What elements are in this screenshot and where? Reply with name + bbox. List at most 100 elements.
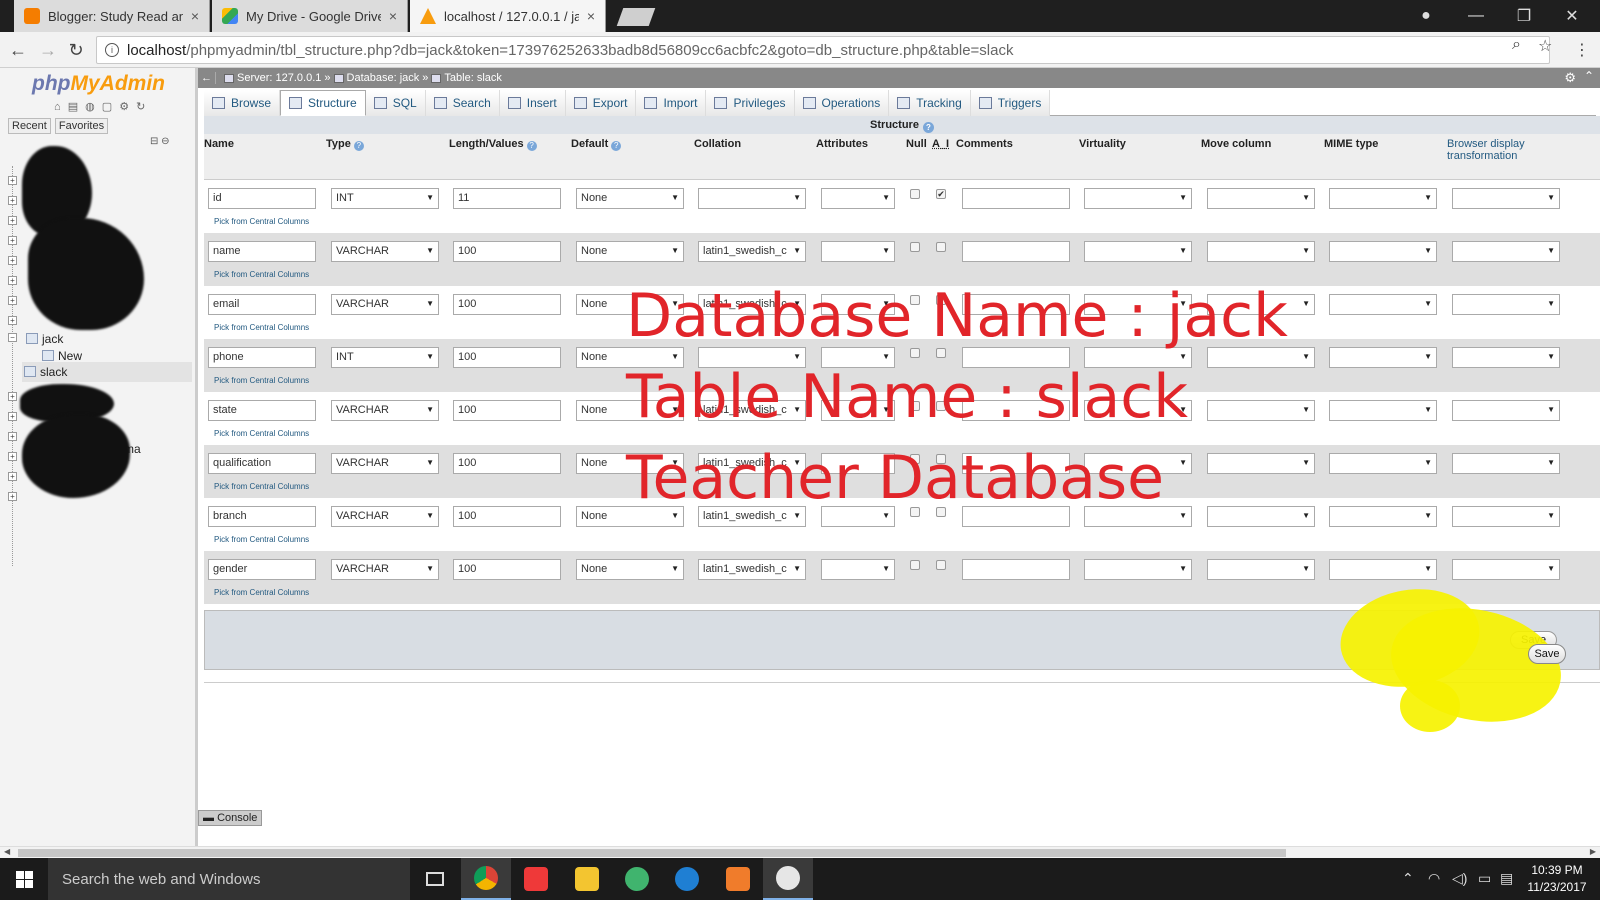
help-icon[interactable]: ? [611,141,622,151]
comments-input[interactable] [962,241,1070,262]
length-values-input[interactable]: 100 [453,294,561,315]
comments-input[interactable] [962,559,1070,580]
tree-expand-icon[interactable]: + [8,276,17,285]
zoom-icon[interactable]: ⌕ [1512,36,1521,54]
close-icon[interactable]: × [389,8,397,24]
collation-select[interactable]: latin1_swedish_c [698,241,806,262]
browser-menu-icon[interactable]: ⋮ [1574,40,1590,60]
type-select[interactable]: VARCHAR [331,506,439,527]
tab-import[interactable]: Import [636,90,707,116]
tree-expand-icon[interactable]: + [8,492,17,501]
virtuality-select[interactable] [1084,559,1192,580]
browser-display-select[interactable] [1452,241,1560,262]
browser-display-select[interactable] [1452,188,1560,209]
length-values-input[interactable]: 11 [453,188,561,209]
forward-icon[interactable]: → [36,38,60,62]
new-tab-button[interactable] [616,8,656,26]
tab-structure[interactable]: Structure [280,90,366,116]
tree-expand-icon[interactable]: + [8,216,17,225]
close-icon[interactable]: × [191,8,199,24]
column-name-input[interactable]: gender [208,559,316,580]
type-select[interactable]: VARCHAR [331,453,439,474]
tray-chevron-icon[interactable]: ⌃ [1402,870,1414,887]
length-values-input[interactable]: 100 [453,347,561,368]
default-select[interactable]: None [576,188,684,209]
tree-expand-icon[interactable]: + [8,472,17,481]
comments-input[interactable] [962,188,1070,209]
attributes-select[interactable] [821,241,895,262]
tab-sql[interactable]: SQL [365,90,426,116]
taskbar-edge[interactable] [662,858,712,900]
mime-type-select[interactable] [1329,347,1437,368]
tree-collapse-icon[interactable]: − [8,333,17,342]
tab-tracking[interactable]: Tracking [889,90,971,116]
browser-display-select[interactable] [1452,400,1560,421]
tree-table-slack[interactable]: slack [22,362,192,382]
null-checkbox[interactable] [910,560,920,570]
taskbar-vivaldi[interactable] [511,858,561,900]
breadcrumb-server[interactable]: Server: 127.0.0.1 [224,72,321,84]
null-checkbox[interactable] [910,242,920,252]
mime-type-select[interactable] [1329,400,1437,421]
taskbar-chrome[interactable] [461,858,511,900]
move-column-select[interactable] [1207,188,1315,209]
collation-select[interactable]: latin1_swedish_c [698,559,806,580]
browser-display-select[interactable] [1452,347,1560,368]
mime-type-select[interactable] [1329,453,1437,474]
tree-expand-icon[interactable]: + [8,296,17,305]
help-icon[interactable]: ? [922,122,934,133]
auto-increment-checkbox[interactable] [936,242,946,252]
column-name-input[interactable]: id [208,188,316,209]
browser-display-select[interactable] [1452,506,1560,527]
column-name-input[interactable]: name [208,241,316,262]
breadcrumb-database[interactable]: Database: jack [333,72,419,84]
pick-central-columns-link[interactable]: Pick from Central Columns [214,535,309,544]
task-view-button[interactable] [410,858,460,900]
profile-icon[interactable]: ● [1402,0,1450,32]
hide-top-menu-icon[interactable]: ⌃ [1584,69,1594,83]
default-select[interactable]: None [576,241,684,262]
move-column-select[interactable] [1207,559,1315,580]
tree-expand-icon[interactable]: + [8,176,17,185]
tab-insert[interactable]: Insert [499,90,566,116]
tree-expand-icon[interactable]: + [8,196,17,205]
move-column-select[interactable] [1207,400,1315,421]
tree-expand-icon[interactable]: + [8,412,17,421]
start-button[interactable] [0,858,48,900]
pick-central-columns-link[interactable]: Pick from Central Columns [214,217,309,226]
type-select[interactable]: VARCHAR [331,559,439,580]
move-column-select[interactable] [1207,241,1315,262]
move-column-select[interactable] [1207,506,1315,527]
length-values-input[interactable]: 100 [453,453,561,474]
type-select[interactable]: INT [331,188,439,209]
favorites-tab[interactable]: Favorites [54,118,109,134]
close-window-icon[interactable]: ✕ [1548,0,1596,32]
column-name-input[interactable]: branch [208,506,316,527]
breadcrumb-table[interactable]: Table: slack [431,72,502,84]
length-values-input[interactable]: 100 [453,559,561,580]
pick-central-columns-link[interactable]: Pick from Central Columns [214,429,309,438]
pick-central-columns-link[interactable]: Pick from Central Columns [214,588,309,597]
attributes-select[interactable] [821,559,895,580]
mime-type-select[interactable] [1329,294,1437,315]
default-select[interactable]: None [576,559,684,580]
auto-increment-checkbox[interactable] [936,560,946,570]
taskbar-paint[interactable] [763,858,813,900]
tab-search[interactable]: Search [425,90,500,116]
browser-display-select[interactable] [1452,559,1560,580]
tree-expand-icon[interactable]: + [8,392,17,401]
address-bar[interactable]: i localhost/phpmyadmin/tbl_structure.php… [96,36,1550,64]
mime-type-select[interactable] [1329,241,1437,262]
auto-increment-checkbox[interactable]: ✔ [936,189,946,199]
browser-display-select[interactable] [1452,453,1560,474]
restore-icon[interactable]: ❐ [1500,0,1548,32]
column-name-input[interactable]: qualification [208,453,316,474]
site-info-icon[interactable]: i [105,43,119,57]
browser-tab-drive[interactable]: My Drive - Google Drive × [212,0,408,32]
pick-central-columns-link[interactable]: Pick from Central Columns [214,376,309,385]
battery-icon[interactable]: ▭ [1478,870,1491,887]
settings-gear-icon[interactable]: ⚙ [1564,70,1576,86]
virtuality-select[interactable] [1084,188,1192,209]
console-button[interactable]: ▬ Console [198,810,263,826]
type-select[interactable]: VARCHAR [331,294,439,315]
